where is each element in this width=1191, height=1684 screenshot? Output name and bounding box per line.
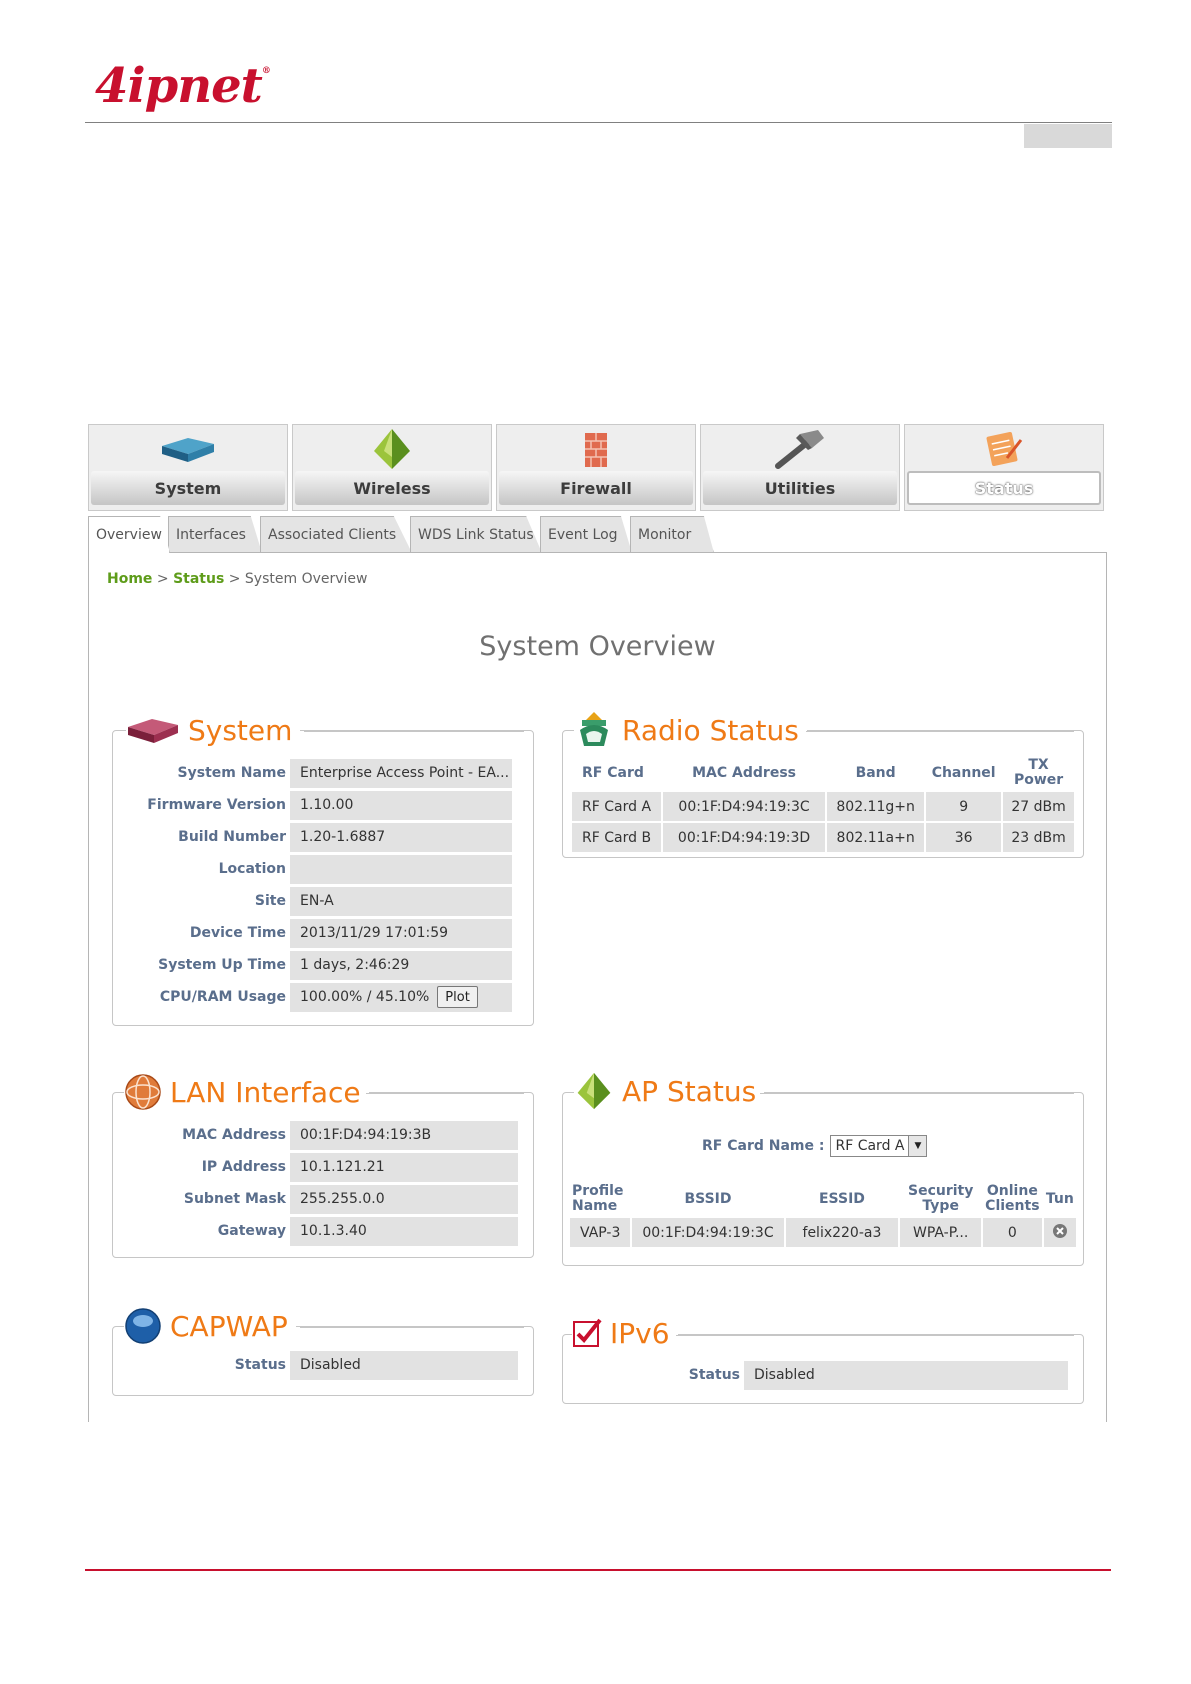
row-ipv6-status: Status Disabled — [600, 1360, 1068, 1390]
nav-wireless[interactable]: Wireless — [292, 424, 492, 511]
nav-system[interactable]: System — [88, 424, 288, 511]
breadcrumb-current: System Overview — [244, 571, 368, 587]
radio-header-rule — [806, 731, 1074, 732]
tunnel-status-cell — [1043, 1218, 1076, 1247]
chevron-down-icon: ▼ — [908, 1136, 927, 1156]
row-lan-mac: MAC Address 00:1F:D4:94:19:3B — [120, 1120, 518, 1150]
system-panel-header: System — [126, 708, 301, 752]
breadcrumb: Home > Status > System Overview — [107, 571, 368, 587]
breadcrumb-status[interactable]: Status — [173, 571, 224, 587]
footer-divider — [85, 1569, 1111, 1571]
ap-status-table: Profile Name BSSID ESSID Security Type O… — [568, 1180, 1078, 1249]
tab-overview[interactable]: Overview — [88, 516, 170, 553]
plot-button[interactable]: Plot — [437, 986, 478, 1008]
router-icon — [162, 438, 214, 462]
ap-status-header: AP Status — [574, 1068, 765, 1114]
hammer-icon — [775, 430, 824, 469]
wireless-pyramid-icon — [577, 1072, 611, 1110]
capwap-orb-icon — [125, 1308, 161, 1344]
nav-firewall[interactable]: Firewall — [496, 424, 696, 511]
row-lan-subnet: Subnet Mask 255.255.0.0 — [120, 1184, 518, 1214]
tab-monitor[interactable]: Monitor — [630, 516, 714, 553]
table-row: RF Card B 00:1F:D4:94:19:3D 802.11a+n 36… — [572, 823, 1074, 852]
tab-event-log[interactable]: Event Log — [540, 516, 632, 553]
wireless-pyramid-icon — [374, 429, 410, 469]
row-lan-gateway: Gateway 10.1.3.40 — [120, 1216, 518, 1246]
header-divider — [85, 122, 1112, 123]
status-notepad-icon — [986, 431, 1023, 467]
firewall-brick-icon — [585, 433, 607, 467]
table-row: VAP-3 00:1F:D4:94:19:3C felix220-a3 WPA-… — [570, 1218, 1076, 1247]
row-build-number: Build Number 1.20-1.6887 — [120, 822, 512, 852]
rf-card-select[interactable]: RF Card A ▼ — [830, 1135, 928, 1157]
ap-header-rule — [760, 1093, 1074, 1094]
row-site: Site EN-A — [120, 886, 512, 916]
ipv6-header-rule — [676, 1335, 1074, 1336]
tab-wds-link-status[interactable]: WDS Link Status — [410, 516, 542, 553]
main-nav: System Wireless Firewall Utilities Statu… — [88, 424, 1104, 511]
system-header-rule — [304, 731, 524, 732]
tab-associated-clients[interactable]: Associated Clients — [260, 516, 412, 553]
row-capwap-status: Status Disabled — [120, 1350, 518, 1380]
radio-status-header: Radio Status — [574, 708, 807, 752]
row-location: Location — [120, 854, 512, 884]
capwap-header-rule — [300, 1327, 524, 1328]
close-circle-icon[interactable] — [1052, 1223, 1068, 1239]
table-row: RF Card A 00:1F:D4:94:19:3C 802.11g+n 9 … — [572, 792, 1074, 821]
row-system-name: System Name Enterprise Access Point - EA… — [120, 758, 512, 788]
nav-status[interactable]: Status — [904, 424, 1104, 511]
row-device-time: Device Time 2013/11/29 17:01:59 — [120, 918, 512, 948]
header-tab-block — [1024, 124, 1112, 148]
device-icon — [128, 719, 178, 743]
row-lan-ip: IP Address 10.1.121.21 — [120, 1152, 518, 1182]
lan-interface-header: LAN Interface — [124, 1070, 369, 1114]
radio-tower-icon — [580, 712, 608, 746]
rf-card-selector: RF Card Name : RF Card A ▼ — [702, 1135, 928, 1157]
tab-interfaces[interactable]: Interfaces — [168, 516, 262, 553]
page-title: System Overview — [479, 631, 716, 662]
brand-logo: 4ipnet® — [95, 58, 271, 114]
radio-status-table: RF Card MAC Address Band Channel TX Powe… — [570, 754, 1076, 854]
system-name-value: Enterprise Access Point - EA... — [290, 758, 512, 788]
breadcrumb-home[interactable]: Home — [107, 571, 152, 587]
row-cpu-ram-usage: CPU/RAM Usage 100.00% / 45.10% Plot — [120, 982, 512, 1012]
row-system-up-time: System Up Time 1 days, 2:46:29 — [120, 950, 512, 980]
nav-utilities[interactable]: Utilities — [700, 424, 900, 511]
lan-header-rule — [366, 1093, 524, 1094]
globe-network-icon — [125, 1074, 161, 1110]
capwap-header: CAPWAP — [124, 1304, 296, 1348]
checkbox-checked-icon — [573, 1318, 602, 1347]
ipv6-header: IPv6 — [572, 1310, 678, 1356]
row-firmware-version: Firmware Version 1.10.00 — [120, 790, 512, 820]
